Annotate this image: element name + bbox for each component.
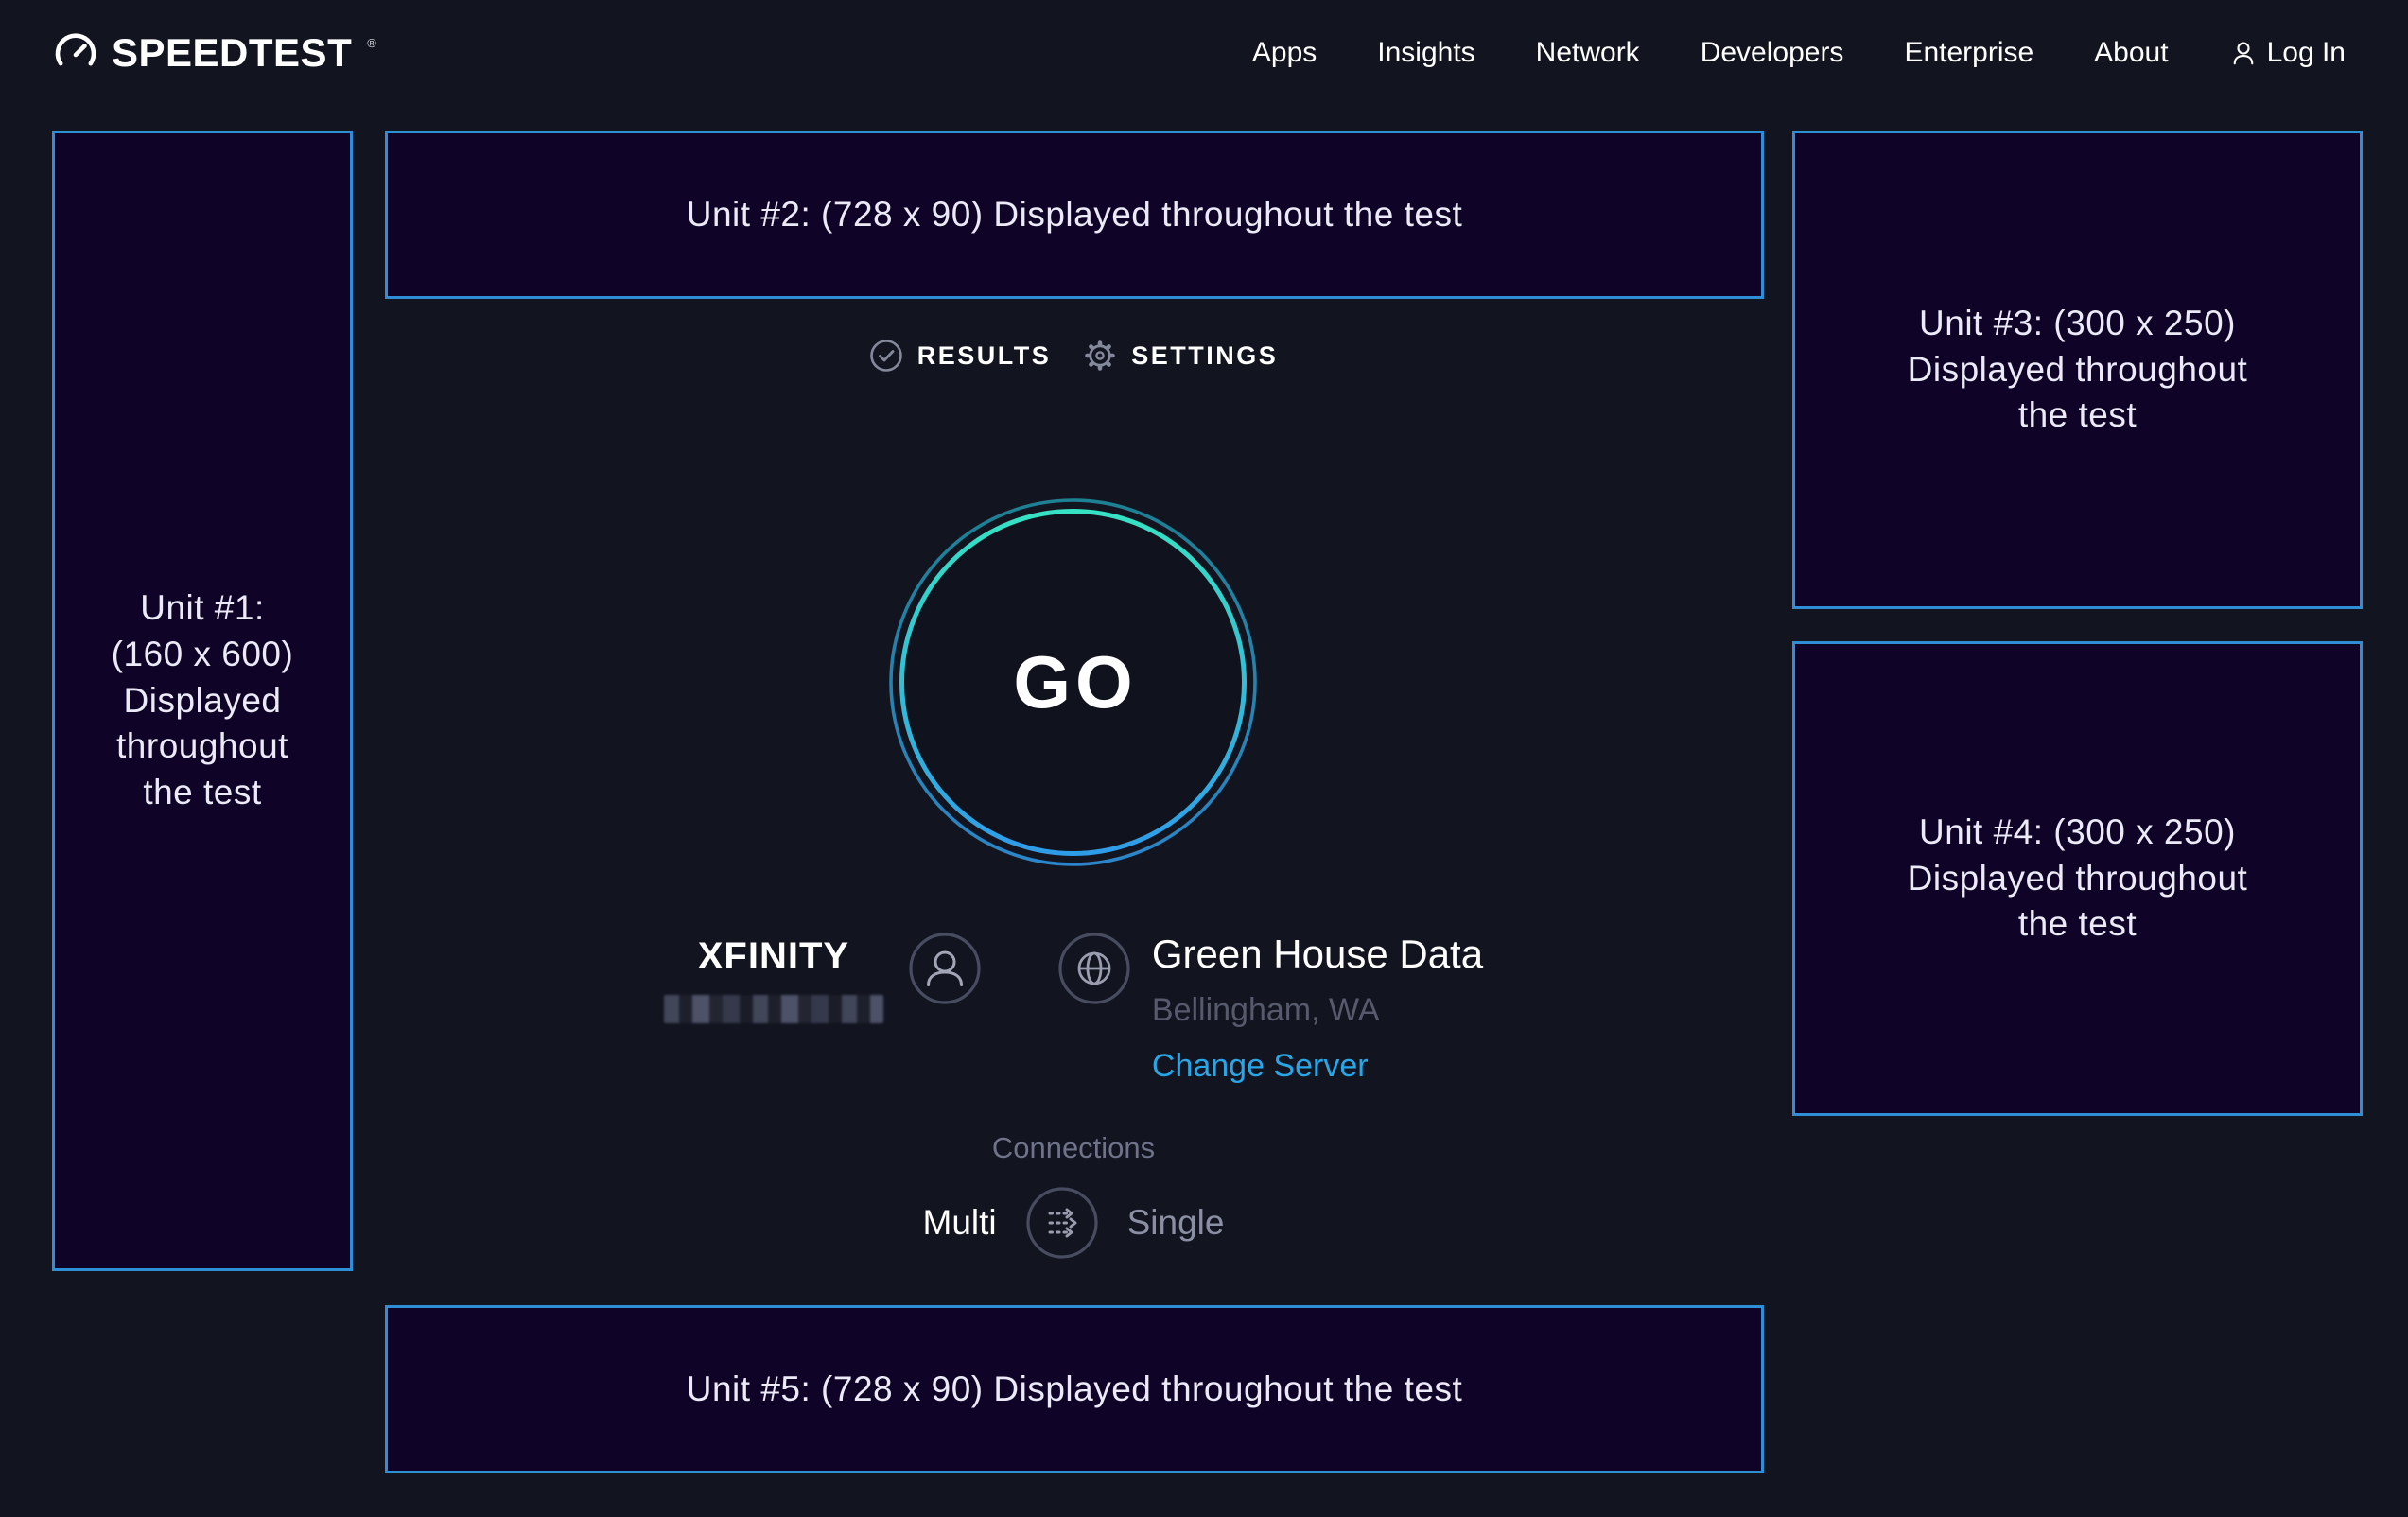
connections-toggle-icon[interactable] [1025, 1186, 1099, 1260]
ad-unit-4[interactable]: Unit #4: (300 x 250) Displayed throughou… [1792, 641, 2363, 1116]
connection-info-row: XFINITY Green Hous [355, 932, 1792, 1085]
ad-unit-2[interactable]: Unit #2: (728 x 90) Displayed throughout… [385, 131, 1764, 299]
logo-text: SPEEDTEST [112, 30, 352, 76]
user-icon [2229, 39, 2258, 67]
isp-name: XFINITY [698, 935, 849, 978]
speedtest-page: SPEEDTEST ® Apps Insights Network Develo… [0, 0, 2408, 1517]
tab-settings[interactable]: SETTINGS [1083, 339, 1278, 373]
go-button[interactable]: GO [887, 497, 1259, 868]
ad-unit-2-text: Unit #2: (728 x 90) Displayed throughout… [687, 192, 1462, 238]
login-label: Log In [2267, 37, 2346, 69]
globe-icon [1057, 932, 1131, 1005]
nav-item-insights[interactable]: Insights [1377, 37, 1474, 69]
isp-block: XFINITY [664, 932, 982, 1023]
server-location: Bellingham, WA [1152, 992, 1483, 1029]
ad-unit-5[interactable]: Unit #5: (728 x 90) Displayed throughout… [385, 1305, 1764, 1473]
tab-settings-label: SETTINGS [1131, 341, 1278, 371]
connections-label: Connections [992, 1131, 1155, 1165]
main-nav: Apps Insights Network Developers Enterpr… [1252, 37, 2346, 69]
login-link[interactable]: Log In [2229, 37, 2346, 69]
connections-section: Connections Multi Single [355, 1131, 1792, 1260]
ad-unit-4-text: Unit #4: (300 x 250) Displayed throughou… [1908, 810, 2248, 948]
ad-unit-1-text: Unit #1: (160 x 600) Displayed throughou… [112, 585, 294, 816]
connections-single-option[interactable]: Single [1127, 1203, 1225, 1243]
view-tabs: RESULTS SETTINGS [355, 339, 1792, 373]
server-block: Green House Data Bellingham, WA Change S… [1057, 932, 1483, 1085]
speedtest-gauge-icon [53, 30, 98, 76]
avatar-icon [908, 932, 982, 1005]
tab-results[interactable]: RESULTS [869, 339, 1052, 373]
gear-icon [1083, 339, 1117, 373]
nav-item-apps[interactable]: Apps [1252, 37, 1317, 69]
ad-unit-3[interactable]: Unit #3: (300 x 250) Displayed throughou… [1792, 131, 2363, 609]
top-nav-bar: SPEEDTEST ® Apps Insights Network Develo… [0, 0, 2408, 106]
check-circle-icon [869, 339, 903, 373]
go-label: GO [887, 497, 1259, 868]
logo-trademark: ® [367, 36, 376, 50]
nav-item-about[interactable]: About [2094, 37, 2168, 69]
nav-item-enterprise[interactable]: Enterprise [1904, 37, 2033, 69]
connections-multi-option[interactable]: Multi [923, 1203, 997, 1243]
tab-results-label: RESULTS [917, 341, 1052, 371]
connections-toggle-row: Multi Single [923, 1186, 1225, 1260]
redacted-ip-address [664, 995, 883, 1023]
ad-unit-1[interactable]: Unit #1: (160 x 600) Displayed throughou… [52, 131, 353, 1271]
nav-item-network[interactable]: Network [1536, 37, 1640, 69]
speedtest-logo[interactable]: SPEEDTEST ® [53, 30, 376, 76]
ad-unit-3-text: Unit #3: (300 x 250) Displayed throughou… [1908, 301, 2248, 439]
nav-item-developers[interactable]: Developers [1701, 37, 1844, 69]
change-server-link[interactable]: Change Server [1152, 1048, 1483, 1085]
server-name: Green House Data [1152, 932, 1483, 977]
ad-unit-5-text: Unit #5: (728 x 90) Displayed throughout… [687, 1367, 1462, 1413]
